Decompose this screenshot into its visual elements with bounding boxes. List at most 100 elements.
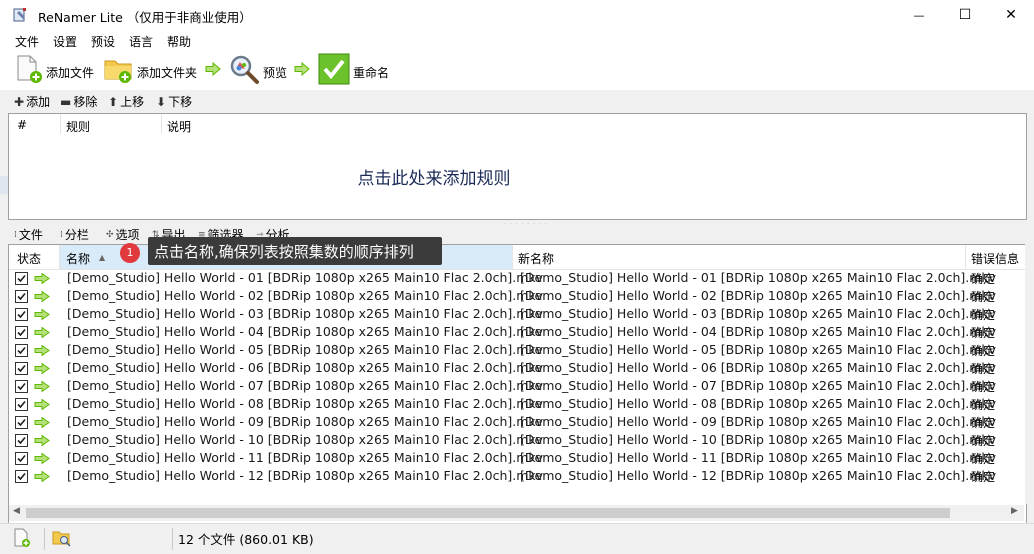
table-row[interactable]: [Demo_Studio] Hello World - 12 [BDRip 10… bbox=[9, 467, 1026, 485]
add-files-button[interactable]: 添加文件 bbox=[12, 52, 102, 88]
green-arrow-icon bbox=[34, 363, 50, 374]
scroll-right-icon[interactable]: ▶ bbox=[1011, 506, 1018, 516]
checkbox-checked-icon[interactable] bbox=[15, 290, 28, 303]
document-add-icon[interactable] bbox=[12, 528, 32, 548]
table-row[interactable]: [Demo_Studio] Hello World - 03 [BDRip 10… bbox=[9, 305, 1026, 323]
remove-rule-button[interactable]: ▬ 移除 bbox=[60, 93, 97, 110]
new-name-cell[interactable]: [Demo_Studio] Hello World - 01 [BDRip 10… bbox=[520, 270, 996, 285]
table-row[interactable]: [Demo_Studio] Hello World - 04 [BDRip 10… bbox=[9, 323, 1026, 341]
checkbox-checked-icon[interactable] bbox=[15, 362, 28, 375]
table-row[interactable]: [Demo_Studio] Hello World - 02 [BDRip 10… bbox=[9, 287, 1026, 305]
table-row[interactable]: [Demo_Studio] Hello World - 06 [BDRip 10… bbox=[9, 359, 1026, 377]
file-name-cell[interactable]: [Demo_Studio] Hello World - 11 [BDRip 10… bbox=[67, 450, 543, 465]
checkbox-checked-icon[interactable] bbox=[15, 416, 28, 429]
checkbox-checked-icon[interactable] bbox=[15, 308, 28, 321]
menu-presets[interactable]: 预设 bbox=[91, 33, 115, 50]
error-cell: 确定 bbox=[971, 344, 996, 358]
file-name-cell[interactable]: [Demo_Studio] Hello World - 05 [BDRip 10… bbox=[67, 342, 543, 357]
table-row[interactable]: [Demo_Studio] Hello World - 07 [BDRip 10… bbox=[9, 377, 1026, 395]
checkbox-checked-icon[interactable] bbox=[15, 326, 28, 339]
menu-help[interactable]: 帮助 bbox=[167, 33, 191, 50]
table-row[interactable]: [Demo_Studio] Hello World - 05 [BDRip 10… bbox=[9, 341, 1026, 359]
magnifier-icon bbox=[230, 55, 259, 84]
document-add-icon bbox=[17, 55, 42, 83]
column-header-status[interactable]: 状态 bbox=[17, 250, 41, 267]
status-bar: 12 个文件 (860.01 KB) bbox=[0, 523, 1034, 554]
new-name-cell[interactable]: [Demo_Studio] Hello World - 11 [BDRip 10… bbox=[520, 450, 996, 465]
add-rules-prompt[interactable]: 点击此处来添加规则 bbox=[9, 164, 859, 189]
checkbox-checked-icon[interactable] bbox=[15, 272, 28, 285]
file-name-cell[interactable]: [Demo_Studio] Hello World - 08 [BDRip 10… bbox=[67, 396, 543, 411]
column-header-error[interactable]: 错误信息 bbox=[971, 250, 1019, 267]
preview-button[interactable]: 预览 bbox=[228, 52, 290, 88]
file-name-cell[interactable]: [Demo_Studio] Hello World - 09 [BDRip 10… bbox=[67, 414, 543, 429]
checkbox-checked-icon[interactable] bbox=[15, 398, 28, 411]
rules-col-index[interactable]: # bbox=[17, 118, 27, 132]
file-name-cell[interactable]: [Demo_Studio] Hello World - 03 [BDRip 10… bbox=[67, 306, 543, 321]
files-menu-button[interactable]: ⁞ 文件 bbox=[14, 226, 43, 243]
move-up-button[interactable]: ⬆ 上移 bbox=[108, 93, 144, 110]
file-name-cell[interactable]: [Demo_Studio] Hello World - 01 [BDRip 10… bbox=[67, 270, 543, 285]
horizontal-scroll-thumb[interactable] bbox=[26, 508, 950, 518]
title-bar: ReNamer Lite （仅用于非商业使用） — ☐ ✕ bbox=[0, 0, 1034, 30]
checkbox-checked-icon[interactable] bbox=[15, 380, 28, 393]
menu-settings[interactable]: 设置 bbox=[53, 33, 77, 50]
new-name-cell[interactable]: [Demo_Studio] Hello World - 09 [BDRip 10… bbox=[520, 414, 996, 429]
rules-panel[interactable]: # 规则 说明 点击此处来添加规则 bbox=[8, 113, 1027, 220]
file-name-cell[interactable]: [Demo_Studio] Hello World - 02 [BDRip 10… bbox=[67, 288, 543, 303]
green-arrow-icon bbox=[34, 273, 50, 284]
table-row[interactable]: [Demo_Studio] Hello World - 11 [BDRip 10… bbox=[9, 449, 1026, 467]
new-name-cell[interactable]: [Demo_Studio] Hello World - 03 [BDRip 10… bbox=[520, 306, 996, 321]
new-name-cell[interactable]: [Demo_Studio] Hello World - 10 [BDRip 10… bbox=[520, 432, 996, 447]
file-name-cell[interactable]: [Demo_Studio] Hello World - 12 [BDRip 10… bbox=[67, 468, 543, 483]
rules-col-rule[interactable]: 规则 bbox=[66, 118, 90, 135]
close-button[interactable]: ✕ bbox=[988, 0, 1034, 30]
menu-file[interactable]: 文件 bbox=[15, 33, 39, 50]
add-rule-button[interactable]: ✚ 添加 bbox=[14, 93, 50, 110]
checkbox-checked-icon[interactable] bbox=[15, 344, 28, 357]
green-arrow-icon bbox=[294, 62, 310, 76]
table-row[interactable]: [Demo_Studio] Hello World - 01 [BDRip 10… bbox=[9, 269, 1026, 287]
checkbox-checked-icon[interactable] bbox=[15, 434, 28, 447]
new-name-cell[interactable]: [Demo_Studio] Hello World - 06 [BDRip 10… bbox=[520, 360, 996, 375]
maximize-button[interactable]: ☐ bbox=[942, 0, 988, 30]
table-row[interactable]: [Demo_Studio] Hello World - 09 [BDRip 10… bbox=[9, 413, 1026, 431]
add-folder-button[interactable]: 添加文件夹 bbox=[103, 52, 201, 88]
column-header-new-name[interactable]: 新名称 bbox=[518, 250, 554, 267]
error-cell: 确定 bbox=[971, 470, 996, 484]
table-row[interactable]: [Demo_Studio] Hello World - 10 [BDRip 10… bbox=[9, 431, 1026, 449]
main-toolbar: 添加文件 添加文件夹 预览 重命名 bbox=[0, 50, 1034, 91]
vertical-scrollbar[interactable] bbox=[1025, 244, 1034, 504]
folder-search-icon[interactable] bbox=[52, 528, 72, 548]
new-name-cell[interactable]: [Demo_Studio] Hello World - 07 [BDRip 10… bbox=[520, 378, 996, 393]
new-name-cell[interactable]: [Demo_Studio] Hello World - 04 [BDRip 10… bbox=[520, 324, 996, 339]
file-name-cell[interactable]: [Demo_Studio] Hello World - 04 [BDRip 10… bbox=[67, 324, 543, 339]
options-menu-button[interactable]: ✣ 选项 bbox=[106, 226, 140, 243]
file-name-cell[interactable]: [Demo_Studio] Hello World - 10 [BDRip 10… bbox=[67, 432, 543, 447]
new-name-cell[interactable]: [Demo_Studio] Hello World - 08 [BDRip 10… bbox=[520, 396, 996, 411]
error-cell: 确定 bbox=[971, 380, 996, 394]
column-divider bbox=[60, 114, 61, 134]
scroll-left-icon[interactable]: ◀ bbox=[13, 506, 20, 516]
rename-button[interactable]: 重命名 bbox=[318, 52, 394, 88]
rules-col-description[interactable]: 说明 bbox=[167, 118, 191, 135]
move-down-button[interactable]: ⬇ 下移 bbox=[156, 93, 192, 110]
columns-menu-button[interactable]: ⁞ 分栏 bbox=[60, 226, 89, 243]
column-divider bbox=[59, 245, 60, 269]
file-name-cell[interactable]: [Demo_Studio] Hello World - 07 [BDRip 10… bbox=[67, 378, 543, 393]
checkbox-checked-icon[interactable] bbox=[15, 452, 28, 465]
checkbox-checked-icon[interactable] bbox=[15, 470, 28, 483]
new-name-cell[interactable]: [Demo_Studio] Hello World - 05 [BDRip 10… bbox=[520, 342, 996, 357]
close-icon: ✕ bbox=[1005, 7, 1017, 23]
menu-language[interactable]: 语言 bbox=[129, 33, 153, 50]
minimize-button[interactable]: — bbox=[896, 0, 942, 30]
horizontal-scrollbar[interactable]: ◀ ▶ bbox=[9, 505, 1024, 521]
column-header-name[interactable]: 名称 bbox=[66, 250, 90, 267]
plus-icon: ✚ bbox=[14, 94, 25, 109]
menu-bar: 文件 设置 预设 语言 帮助 bbox=[0, 30, 1034, 50]
table-row[interactable]: [Demo_Studio] Hello World - 08 [BDRip 10… bbox=[9, 395, 1026, 413]
new-name-cell[interactable]: [Demo_Studio] Hello World - 12 [BDRip 10… bbox=[520, 468, 996, 483]
file-name-cell[interactable]: [Demo_Studio] Hello World - 06 [BDRip 10… bbox=[67, 360, 543, 375]
file-list[interactable]: 状态 名称 ▲ 新名称 错误信息 [Demo_Studio] Hello Wor… bbox=[8, 244, 1027, 524]
new-name-cell[interactable]: [Demo_Studio] Hello World - 02 [BDRip 10… bbox=[520, 288, 996, 303]
